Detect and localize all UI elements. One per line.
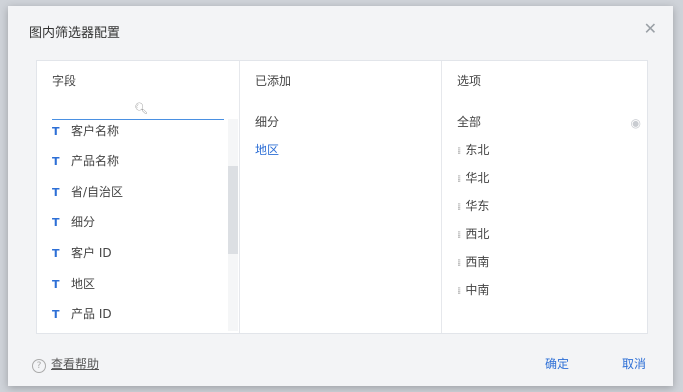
- option-item[interactable]: ⁞⁞ 西南: [457, 253, 489, 270]
- fields-column: 字段 🔍︎ T 客户名称 T 产品名称 T 省/自治区 T 细分 T 客户 ID: [37, 61, 240, 333]
- field-label: 客户名称: [71, 124, 120, 138]
- help-link[interactable]: ? 查看帮助: [32, 355, 99, 373]
- dialog-title: 图内筛选器配置: [29, 26, 121, 41]
- option-label: 华东: [465, 199, 490, 213]
- config-panel: 字段 🔍︎ T 客户名称 T 产品名称 T 省/自治区 T 细分 T 客户 ID: [36, 60, 648, 334]
- text-type-icon: T: [52, 125, 60, 138]
- drag-handle-icon[interactable]: ⁞⁞: [457, 286, 462, 297]
- options-column: 选项 全部 ◉ ⁞⁞ 东北 ⁞⁞ 华北 ⁞⁞ 华东 ⁞⁞ 西北 ⁞⁞ 西南 ⁞⁞ 中南: [442, 61, 647, 333]
- close-icon[interactable]: ✕: [644, 19, 657, 38]
- option-label: 西南: [465, 255, 490, 269]
- confirm-button[interactable]: 确定: [545, 355, 569, 372]
- added-item[interactable]: 细分: [255, 113, 279, 130]
- drag-handle-icon[interactable]: ⁞⁞: [457, 146, 462, 157]
- field-item[interactable]: T 地区: [52, 275, 95, 295]
- text-type-icon: T: [52, 216, 60, 229]
- option-item[interactable]: ⁞⁞ 东北: [457, 141, 489, 158]
- help-label: 查看帮助: [51, 357, 100, 371]
- field-label: 客户 ID: [71, 246, 112, 260]
- field-label: 细分: [71, 215, 96, 229]
- field-list: T 客户名称 T 产品名称 T 省/自治区 T 细分 T 客户 ID T 地区: [52, 119, 222, 331]
- text-type-icon: T: [52, 186, 60, 199]
- option-label: 东北: [465, 143, 490, 157]
- field-list-scroll-thumb[interactable]: [228, 166, 238, 254]
- added-column: 已添加 细分 地区: [240, 61, 442, 333]
- cancel-button[interactable]: 取消: [622, 355, 646, 372]
- option-label: 中南: [465, 283, 490, 297]
- field-item[interactable]: T 产品 ID: [52, 305, 112, 325]
- field-label: 产品名称: [71, 154, 120, 168]
- field-item[interactable]: T 产品名称: [52, 152, 119, 172]
- field-item[interactable]: T 省/自治区: [52, 183, 123, 203]
- drag-handle-icon[interactable]: ⁞⁞: [457, 230, 462, 241]
- question-icon: ?: [32, 359, 46, 373]
- option-item[interactable]: ⁞⁞ 华东: [457, 197, 489, 214]
- option-all[interactable]: 全部: [457, 113, 481, 130]
- added-item-selected[interactable]: 地区: [255, 141, 279, 158]
- drag-handle-icon[interactable]: ⁞⁞: [457, 174, 462, 185]
- field-label: 地区: [71, 277, 96, 291]
- option-item[interactable]: ⁞⁞ 西北: [457, 225, 489, 242]
- filter-config-dialog: 图内筛选器配置 ✕ 字段 🔍︎ T 客户名称 T 产品名称 T 省/自治区 T 细分: [8, 6, 673, 386]
- text-type-icon: T: [52, 155, 60, 168]
- field-item[interactable]: T 客户 ID: [52, 244, 112, 264]
- field-search-input[interactable]: 🔍︎: [52, 101, 224, 120]
- field-label: 省/自治区: [71, 185, 124, 199]
- text-type-icon: T: [52, 278, 60, 291]
- option-label: 西北: [465, 227, 490, 241]
- text-type-icon: T: [52, 308, 60, 321]
- option-item[interactable]: ⁞⁞ 中南: [457, 281, 489, 298]
- search-icon: 🔍︎: [134, 102, 148, 115]
- added-header: 已添加: [255, 74, 292, 88]
- field-label: 产品 ID: [71, 307, 112, 321]
- drag-handle-icon[interactable]: ⁞⁞: [457, 202, 462, 213]
- drag-handle-icon[interactable]: ⁞⁞: [457, 258, 462, 269]
- option-label: 华北: [465, 171, 490, 185]
- fields-header: 字段: [52, 74, 77, 88]
- options-header: 选项: [457, 74, 482, 88]
- eye-icon[interactable]: ◉: [631, 116, 641, 130]
- text-type-icon: T: [52, 247, 60, 260]
- option-item[interactable]: ⁞⁞ 华北: [457, 169, 489, 186]
- field-item[interactable]: T 客户名称: [52, 122, 119, 142]
- field-item[interactable]: T 细分: [52, 213, 95, 233]
